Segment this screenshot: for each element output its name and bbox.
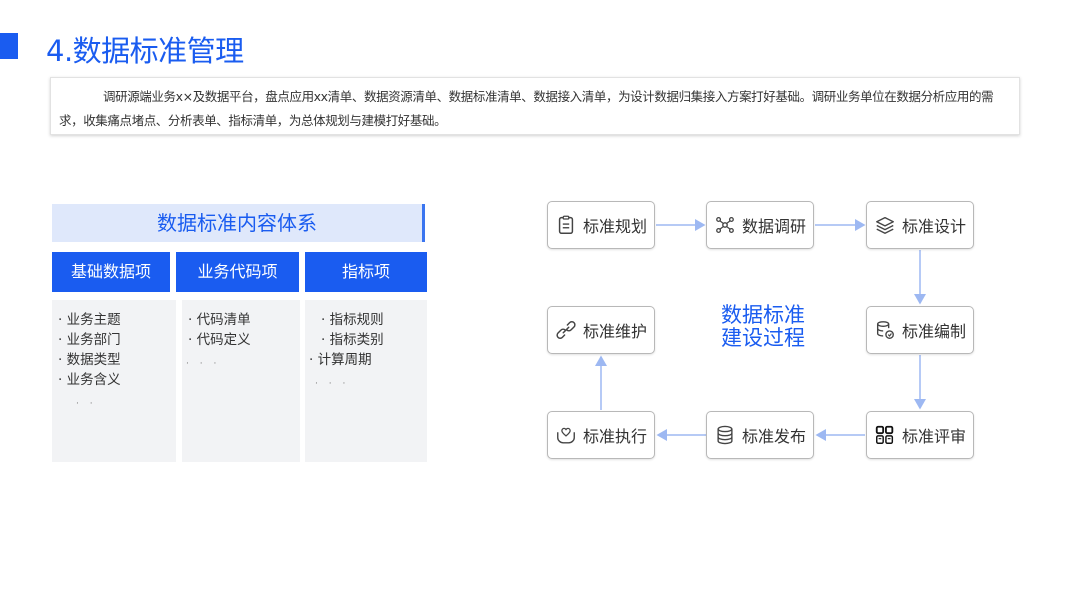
network-icon	[716, 217, 734, 233]
list-item: · 业务部门	[58, 332, 121, 348]
trailing-dots: · · ·	[186, 359, 221, 369]
node-standard-release: 标准发布	[706, 411, 814, 459]
column-body-code: · 代码清单 · 代码定义 · · ·	[182, 300, 300, 462]
list-item: · 代码定义	[188, 332, 251, 348]
review-icon	[875, 425, 894, 444]
center-line-2: 建设过程	[721, 326, 805, 350]
column-header-code: 业务代码项	[176, 252, 299, 292]
page-title: 4.数据标准管理	[46, 34, 244, 68]
title-accent-bar	[0, 33, 18, 59]
node-label: 标准设计	[901, 217, 966, 236]
node-data-research: 数据调研	[706, 201, 814, 249]
node-standard-maintenance: 标准维护	[547, 306, 655, 354]
list-item: · 代码清单	[188, 312, 251, 328]
trailing-dots: · · ·	[315, 379, 350, 389]
node-label: 标准发布	[741, 427, 806, 446]
node-label: 标准编制	[901, 322, 966, 341]
node-standard-planning: 标准规划	[547, 201, 655, 249]
list-item: · 业务主题	[58, 312, 121, 328]
list-item: · 指标类别	[321, 332, 384, 348]
list-item: · 计算周期	[309, 352, 372, 368]
layers-icon	[876, 216, 894, 234]
list-item: · 数据类型	[58, 352, 121, 368]
node-standard-execution: 标准执行	[547, 411, 655, 459]
node-standard-compilation: 标准编制	[866, 306, 974, 354]
center-line-1: 数据标准	[721, 303, 805, 327]
list-item: · 指标规则	[321, 312, 384, 328]
node-label: 标准维护	[582, 322, 647, 341]
link-icon	[556, 321, 576, 339]
hand-heart-icon	[557, 427, 575, 444]
node-standard-review: 标准评审	[866, 411, 974, 459]
node-label: 标准评审	[901, 427, 966, 446]
panel-header: 数据标准内容体系	[52, 204, 425, 242]
database-icon	[717, 425, 733, 445]
list-item: · 业务含义	[58, 372, 121, 388]
column-header-metric: 指标项	[305, 252, 427, 292]
database-sync-icon	[876, 321, 894, 339]
node-label: 标准规划	[582, 217, 647, 236]
column-header-basic: 基础数据项	[52, 252, 170, 292]
column-body-basic: · 业务主题 · 业务部门 · 数据类型 · 业务含义 · ·	[52, 300, 176, 462]
trailing-dots: · ·	[76, 399, 97, 409]
process-center-title: 数据标准 建设过程	[700, 304, 826, 350]
node-label: 数据调研	[741, 217, 806, 236]
description-box: 调研源端业务x×及数据平台，盘点应用xx清单、数据资源清单、数据标准清单、数据接…	[50, 77, 1020, 135]
node-standard-design: 标准设计	[866, 201, 974, 249]
column-body-metric: · 指标规则 · 指标类别 · 计算周期 · · ·	[305, 300, 427, 462]
node-label: 标准执行	[582, 427, 647, 446]
clipboard-icon	[558, 215, 574, 234]
